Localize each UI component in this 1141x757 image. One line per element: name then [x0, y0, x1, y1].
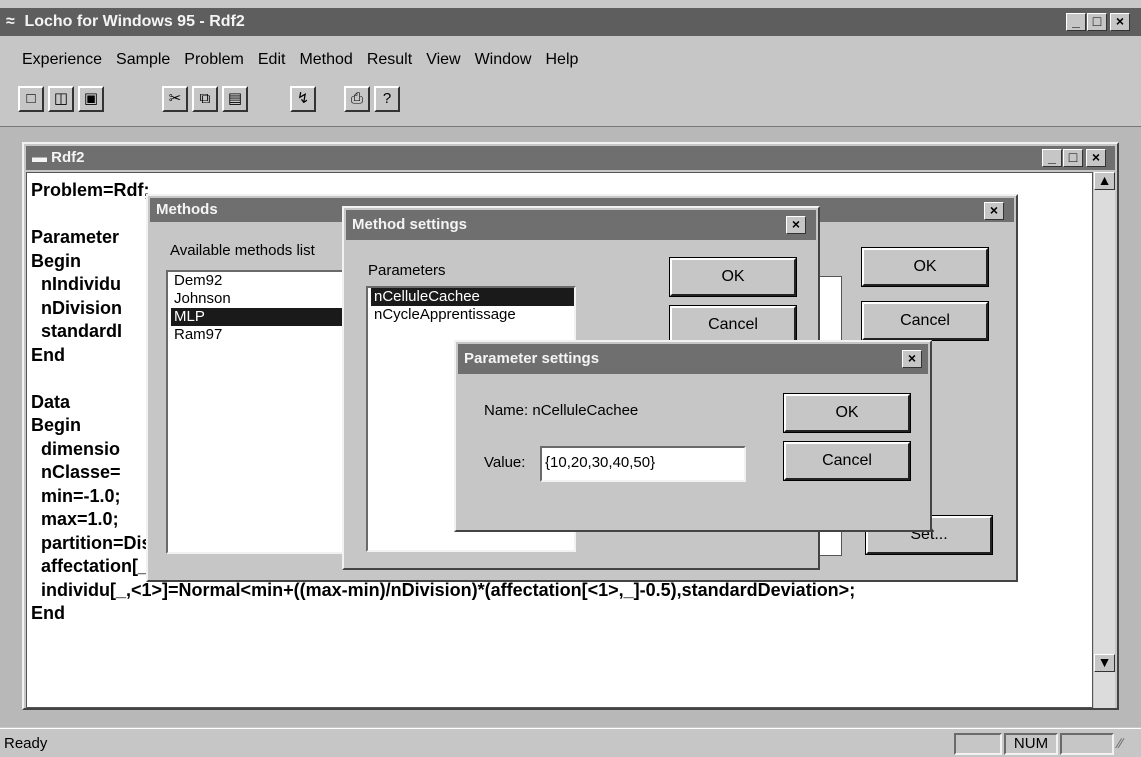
- menu-help[interactable]: Help: [545, 51, 578, 68]
- menu-sample[interactable]: Sample: [116, 51, 170, 68]
- method-settings-title-bar[interactable]: Method settings: [346, 210, 816, 240]
- document-title-bar[interactable]: ▬ Rdf2: [26, 146, 1115, 170]
- status-panel-scroll: [1060, 733, 1114, 755]
- methods-cancel-button[interactable]: Cancel: [861, 301, 989, 341]
- scroll-up-icon[interactable]: ▲: [1094, 172, 1115, 190]
- toolbar: □ ◫ ▣ ✂ ⧉ ▤ ↯ ⎙ ?: [0, 76, 1141, 127]
- available-methods-label: Available methods list: [170, 242, 315, 259]
- menu-bar: Experience Sample Problem Edit Method Result V…: [0, 36, 1141, 76]
- value-input[interactable]: {10,20,30,40,50}: [540, 446, 746, 482]
- methods-title: Methods: [156, 201, 218, 218]
- num-lock-indicator: NUM: [1004, 733, 1058, 755]
- doc-maximize-icon[interactable]: □: [1063, 149, 1083, 167]
- help-icon[interactable]: ?: [374, 86, 400, 112]
- open-icon[interactable]: ◫: [48, 86, 74, 112]
- status-text: Ready: [4, 735, 48, 752]
- method-list-item[interactable]: MLP: [171, 308, 344, 326]
- parameter-list-item[interactable]: nCelluleCachee: [371, 288, 574, 306]
- document-title: Rdf2: [51, 149, 85, 166]
- minimize-icon[interactable]: _: [1066, 13, 1086, 31]
- doc-close-icon[interactable]: ×: [1086, 149, 1106, 167]
- methods-list[interactable]: Dem92 Johnson MLP Ram97: [166, 270, 346, 554]
- method-list-item[interactable]: Johnson: [171, 290, 344, 308]
- menu-problem[interactable]: Problem: [184, 51, 244, 68]
- app-icon: ≈: [6, 13, 15, 30]
- parameter-list-item[interactable]: nCycleApprentissage: [371, 306, 574, 324]
- cut-icon[interactable]: ✂: [162, 86, 188, 112]
- close-icon[interactable]: ×: [1110, 13, 1130, 31]
- menu-edit[interactable]: Edit: [258, 51, 286, 68]
- methods-ok-button[interactable]: OK: [861, 247, 989, 287]
- menu-method[interactable]: Method: [299, 51, 352, 68]
- doc-minimize-icon[interactable]: _: [1042, 149, 1062, 167]
- parameter-settings-dialog: Parameter settings × Name: nCelluleCache…: [454, 340, 932, 532]
- method-list-item[interactable]: Dem92: [171, 272, 344, 290]
- vertical-scrollbar[interactable]: ▲ ▼: [1094, 172, 1115, 708]
- new-icon[interactable]: □: [18, 86, 44, 112]
- editor-line: individu[_,<1>]=Normal<min+((max-min)/nD…: [31, 579, 856, 600]
- menu-experience[interactable]: Experience: [22, 51, 102, 68]
- resize-grip-icon[interactable]: ∕∕: [1118, 735, 1123, 751]
- parameter-settings-close-icon[interactable]: ×: [902, 350, 922, 368]
- app-title-bar[interactable]: ≈ Locho for Windows 95 - Rdf2: [0, 8, 1141, 36]
- menu-result[interactable]: Result: [367, 51, 412, 68]
- status-bar: Ready NUM ∕∕: [0, 728, 1141, 757]
- print-icon[interactable]: ⎙: [344, 86, 370, 112]
- paste-icon[interactable]: ▤: [222, 86, 248, 112]
- app-title: Locho for Windows 95 - Rdf2: [24, 13, 245, 30]
- scroll-down-icon[interactable]: ▼: [1094, 654, 1115, 672]
- maximize-icon[interactable]: □: [1087, 13, 1107, 31]
- copy-icon[interactable]: ⧉: [192, 86, 218, 112]
- parameter-name-text: Name: nCelluleCachee: [484, 402, 639, 419]
- document-icon: ▬: [32, 149, 52, 166]
- parameters-label: Parameters: [368, 262, 446, 279]
- save-icon[interactable]: ▣: [78, 86, 104, 112]
- method-settings-close-icon[interactable]: ×: [786, 216, 806, 234]
- editor-line: End: [31, 603, 65, 623]
- methods-close-icon[interactable]: ×: [984, 202, 1004, 220]
- method-settings-cancel-button[interactable]: Cancel: [669, 305, 797, 345]
- value-label: Value:: [484, 454, 526, 471]
- method-settings-title: Method settings: [352, 216, 467, 233]
- parameter-settings-cancel-button[interactable]: Cancel: [783, 441, 911, 481]
- run-icon[interactable]: ↯: [290, 86, 316, 112]
- method-list-item[interactable]: Ram97: [171, 326, 344, 344]
- menu-view[interactable]: View: [426, 51, 460, 68]
- parameter-settings-ok-button[interactable]: OK: [783, 393, 911, 433]
- method-settings-ok-button[interactable]: OK: [669, 257, 797, 297]
- parameter-settings-title-bar[interactable]: Parameter settings: [458, 344, 928, 374]
- menu-window[interactable]: Window: [475, 51, 532, 68]
- status-panel-caps: [954, 733, 1002, 755]
- parameter-settings-title: Parameter settings: [464, 350, 600, 367]
